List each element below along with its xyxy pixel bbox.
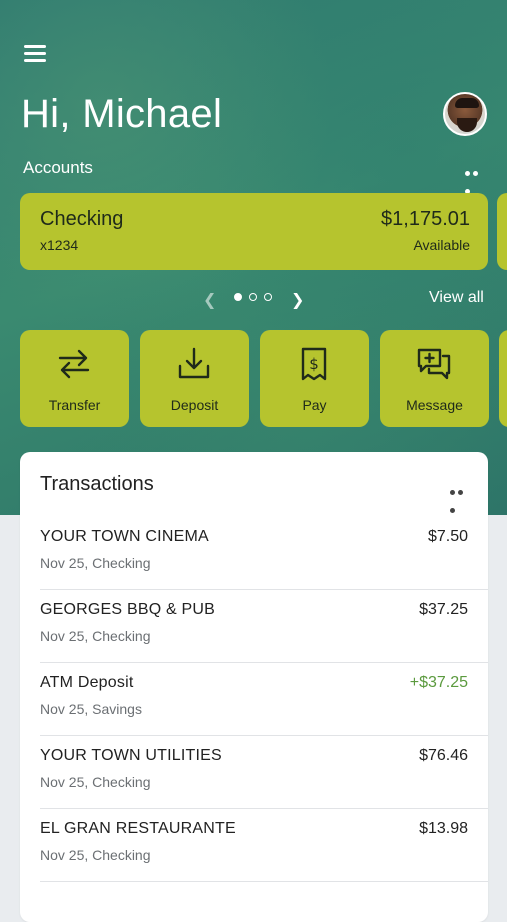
- transaction-meta: Nov 25, Checking: [40, 628, 151, 644]
- accounts-label: Accounts: [23, 158, 93, 177]
- transaction-name: GEORGES BBQ & PUB: [40, 601, 216, 618]
- transaction-meta: Nov 25, Savings: [40, 701, 142, 717]
- pay-button[interactable]: $ Pay: [260, 330, 369, 427]
- pager-dot: [249, 293, 257, 301]
- transaction-meta: Nov 25, Checking: [40, 774, 151, 790]
- transaction-name: EL GRAN RESTAURANTE: [40, 820, 236, 837]
- account-number: x1234: [40, 237, 79, 253]
- transaction-row[interactable]: YOUR TOWN CINEMA Nov 25, Checking $7.50: [40, 516, 488, 590]
- pay-label: Pay: [302, 397, 327, 413]
- transaction-name: ATM Deposit: [40, 674, 134, 691]
- transfer-button[interactable]: Transfer: [20, 330, 129, 427]
- transaction-row[interactable]: ATM Deposit Nov 25, Savings +$37.25: [40, 662, 488, 736]
- message-button[interactable]: Message: [380, 330, 489, 427]
- view-all-link[interactable]: View all: [429, 289, 484, 307]
- transaction-meta: Nov 25, Checking: [40, 847, 151, 863]
- accounts-more-icon[interactable]: [465, 163, 487, 194]
- chevron-left-icon[interactable]: ❮: [203, 290, 216, 310]
- deposit-label: Deposit: [170, 397, 219, 413]
- transaction-amount: $37.25: [419, 601, 468, 618]
- chevron-right-icon[interactable]: ❯: [291, 290, 304, 310]
- deposit-button[interactable]: Deposit: [140, 330, 249, 427]
- pager-dot: [264, 293, 272, 301]
- transaction-amount: $13.98: [419, 820, 468, 837]
- transaction-row[interactable]: YOUR TOWN UTILITIES Nov 25, Checking $76…: [40, 735, 488, 809]
- deposit-icon: [178, 347, 210, 379]
- account-pager: ❮ ❯: [203, 288, 313, 310]
- transaction-amount: $76.46: [419, 747, 468, 764]
- account-card-checking[interactable]: Checking x1234 $1,175.01 Available: [20, 193, 488, 270]
- pager-dot-active: [234, 293, 242, 301]
- transaction-meta: Nov 25, Checking: [40, 555, 151, 571]
- account-balance-label: Available: [413, 237, 470, 253]
- pay-icon: $: [301, 347, 327, 381]
- account-balance: $1,175.01: [381, 208, 470, 230]
- transactions-title: Transactions: [40, 473, 154, 495]
- svg-text:$: $: [309, 355, 319, 373]
- message-label: Message: [406, 397, 463, 413]
- avatar[interactable]: [443, 92, 487, 136]
- transaction-amount-credit: +$37.25: [409, 674, 468, 691]
- transactions-more-icon[interactable]: [450, 482, 472, 513]
- greeting: Hi, Michael: [21, 92, 223, 136]
- transfer-label: Transfer: [48, 397, 101, 413]
- account-name: Checking: [40, 208, 124, 230]
- transaction-row[interactable]: GEORGES BBQ & PUB Nov 25, Checking $37.2…: [40, 589, 488, 663]
- hamburger-menu-icon[interactable]: [24, 45, 46, 63]
- transaction-name: YOUR TOWN UTILITIES: [40, 747, 222, 764]
- transactions-card: Transactions YOUR TOWN CINEMA Nov 25, Ch…: [20, 452, 488, 922]
- account-card-next[interactable]: [497, 193, 507, 270]
- more-actions-button[interactable]: [499, 330, 507, 427]
- transfer-icon: [58, 349, 90, 379]
- transaction-name: YOUR TOWN CINEMA: [40, 528, 209, 545]
- message-icon: [417, 348, 451, 380]
- transaction-amount: $7.50: [427, 528, 468, 545]
- transaction-row[interactable]: EL GRAN RESTAURANTE Nov 25, Checking $13…: [40, 808, 488, 882]
